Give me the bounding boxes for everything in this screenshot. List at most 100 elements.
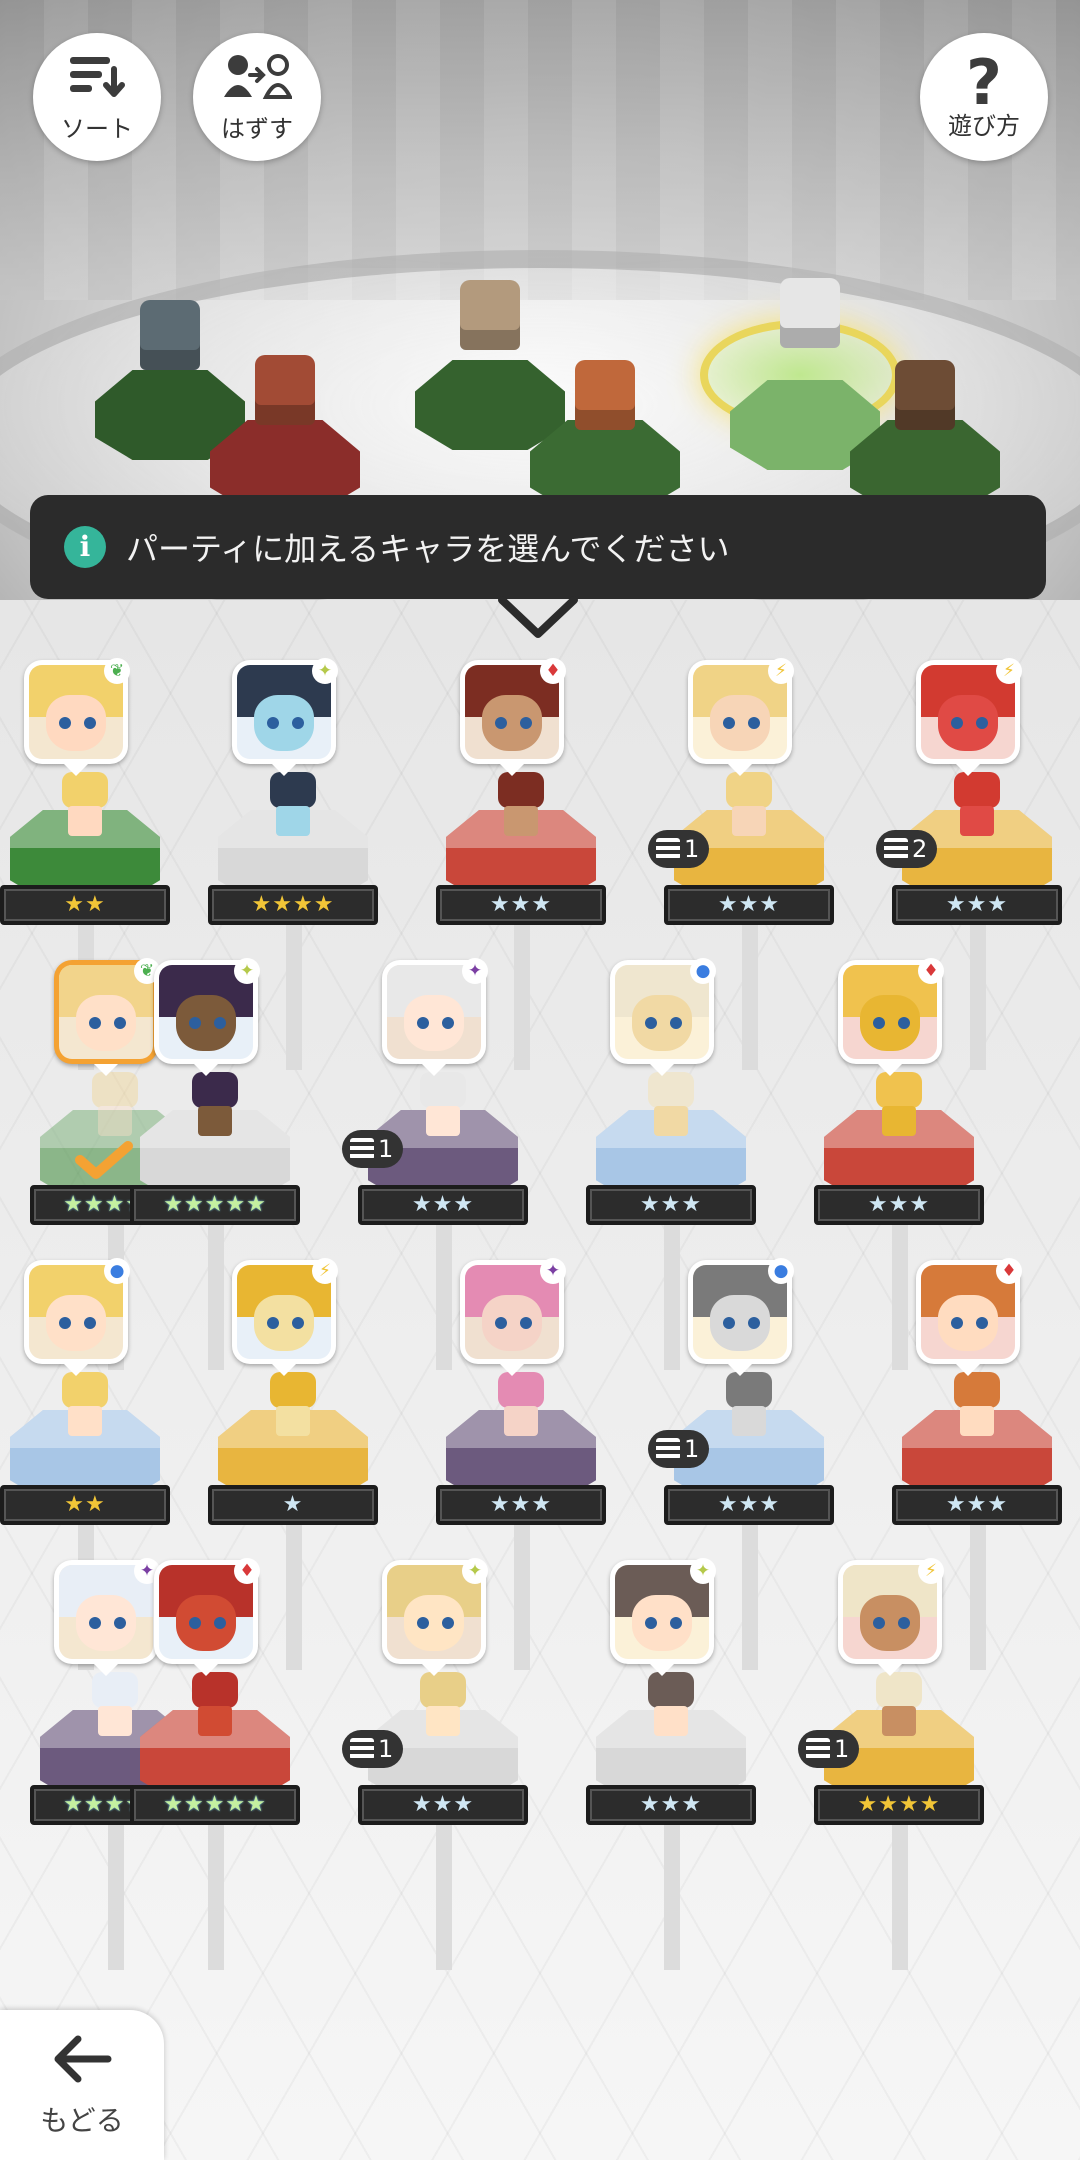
light-element-icon: ✦: [312, 658, 338, 684]
character-sprite: [182, 1072, 248, 1138]
instruction-text: パーティに加えるキャラを選んでください: [126, 530, 730, 568]
badge-count: 1: [378, 1735, 394, 1763]
star-rating: ★★★: [664, 1485, 834, 1525]
character-card-r4c3[interactable]: ✦ ★★★: [586, 1558, 756, 1970]
star-rating: ★★★: [814, 1185, 984, 1225]
character-sprite: [866, 1672, 932, 1738]
character-sprite: [716, 772, 782, 838]
character-sprite: [260, 1372, 326, 1438]
remove-member-icon: [222, 51, 294, 115]
character-roster[interactable]: ❦ ★★ ✦ ★★★★ ♦ ★★★ ⚡ ★★★ 1 ⚡ ★★★ 2 ❦ ★★★★★ ✦ ★★★★★ ✦ ★★★ 1 ●…: [0, 600, 1080, 2160]
character-card-r2c2[interactable]: ✦ ★★★ 1: [342, 958, 528, 1370]
star-rating: ★★★: [358, 1185, 528, 1225]
checkmark-icon: [74, 1140, 134, 1180]
character-card-r2c4[interactable]: ♦ ★★★: [814, 958, 984, 1370]
star-rating: ★★★: [664, 885, 834, 925]
character-card-r3c1[interactable]: ⚡ ★: [208, 1258, 378, 1670]
question-mark-icon: ?: [966, 46, 1002, 119]
fire-element-icon: ♦: [918, 958, 944, 984]
character-sprite: [944, 1372, 1010, 1438]
star-rating: ★★: [0, 885, 170, 925]
badge-count: 1: [684, 1435, 700, 1463]
character-card-r1c4[interactable]: ⚡ ★★★ 2: [876, 658, 1062, 1070]
star-rating: ★★★: [586, 1185, 756, 1225]
character-card-r1c2[interactable]: ♦ ★★★: [436, 658, 606, 1070]
badge-count: 2: [912, 835, 928, 863]
duplicate-count-badge: 1: [648, 1430, 710, 1468]
star-rating: ★★★: [436, 885, 606, 925]
character-sprite: [488, 772, 554, 838]
character-card-r3c0[interactable]: ● ★★: [0, 1258, 170, 1670]
character-card-r4c4[interactable]: ⚡ ★★★★ 1: [798, 1558, 984, 1970]
dark-element-icon: ✦: [540, 1258, 566, 1284]
back-label: もどる: [40, 2104, 124, 2137]
thunder-element-icon: ⚡: [996, 658, 1022, 684]
star-rating: ★★★: [892, 885, 1062, 925]
back-arrow-icon: [50, 2031, 114, 2099]
water-element-icon: ●: [768, 1258, 794, 1284]
character-card-r2c3[interactable]: ● ★★★: [586, 958, 756, 1370]
character-sprite: [638, 1672, 704, 1738]
star-rating: ★★★: [358, 1785, 528, 1825]
character-card-r2c1[interactable]: ✦ ★★★★★: [130, 958, 300, 1370]
character-card-r3c2[interactable]: ✦ ★★★: [436, 1258, 606, 1670]
character-card-r1c0[interactable]: ❦ ★★: [0, 658, 170, 1070]
info-icon: i: [64, 526, 106, 568]
star-rating: ★★★★: [208, 885, 378, 925]
character-sprite: [866, 1072, 932, 1138]
duplicate-count-badge: 1: [648, 830, 710, 868]
character-card-r4c2[interactable]: ✦ ★★★ 1: [342, 1558, 528, 1970]
remove-label: はずす: [221, 115, 293, 143]
duplicate-count-badge: 2: [876, 830, 938, 868]
character-card-r3c4[interactable]: ♦ ★★★: [892, 1258, 1062, 1670]
fire-element-icon: ♦: [996, 1258, 1022, 1284]
star-rating: ★★★: [586, 1785, 756, 1825]
character-sprite: [52, 1372, 118, 1438]
character-card-r1c3[interactable]: ⚡ ★★★ 1: [648, 658, 834, 1070]
light-element-icon: ✦: [690, 1558, 716, 1584]
pedestal-post: [108, 1810, 124, 1970]
remove-button[interactable]: はずす: [193, 33, 321, 161]
character-sprite: [410, 1072, 476, 1138]
character-sprite: [638, 1072, 704, 1138]
stack-icon: [350, 1738, 374, 1760]
pedestal-post: [436, 1810, 452, 1970]
character-card-r1c1[interactable]: ✦ ★★★★: [208, 658, 378, 1070]
duplicate-count-badge: 1: [342, 1130, 404, 1168]
chevron-down-icon[interactable]: [496, 594, 580, 642]
character-sprite: [52, 772, 118, 838]
thunder-element-icon: ⚡: [312, 1258, 338, 1284]
instruction-banner: i パーティに加えるキャラを選んでください: [30, 495, 1046, 599]
badge-count: 1: [378, 1135, 394, 1163]
help-button[interactable]: ? 遊び方: [920, 33, 1048, 161]
pedestal-post: [892, 1810, 908, 1970]
light-element-icon: ✦: [462, 1558, 488, 1584]
fire-element-icon: ♦: [234, 1558, 260, 1584]
star-rating: ★★: [0, 1485, 170, 1525]
badge-count: 1: [834, 1735, 850, 1763]
pedestal-post: [664, 1810, 680, 1970]
duplicate-count-badge: 1: [342, 1730, 404, 1768]
character-sprite: [182, 1672, 248, 1738]
back-button[interactable]: もどる: [0, 2010, 164, 2160]
character-sprite: [260, 772, 326, 838]
water-element-icon: ●: [104, 1258, 130, 1284]
thunder-element-icon: ⚡: [918, 1558, 944, 1584]
badge-count: 1: [684, 835, 700, 863]
dark-element-icon: ✦: [462, 958, 488, 984]
stack-icon: [806, 1738, 830, 1760]
pedestal-post: [208, 1810, 224, 1970]
sort-icon: [66, 51, 128, 115]
character-sprite: [410, 1672, 476, 1738]
character-card-r4c1[interactable]: ♦ ★★★★★: [130, 1558, 300, 1970]
star-rating: ★★★★: [814, 1785, 984, 1825]
character-card-r3c3[interactable]: ● ★★★ 1: [648, 1258, 834, 1670]
thunder-element-icon: ⚡: [768, 658, 794, 684]
wind-element-icon: ❦: [104, 658, 130, 684]
star-rating: ★★★★★: [130, 1785, 300, 1825]
light-element-icon: ✦: [234, 958, 260, 984]
star-rating: ★★★★★: [130, 1185, 300, 1225]
water-element-icon: ●: [690, 958, 716, 984]
sort-label: ソート: [61, 115, 133, 143]
sort-button[interactable]: ソート: [33, 33, 161, 161]
